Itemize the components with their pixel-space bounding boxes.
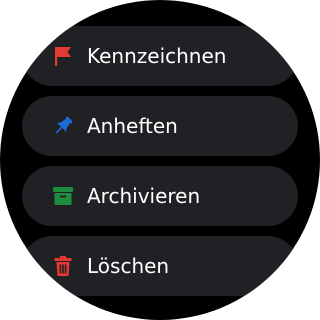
watch-face: Kennzeichnen Anheften Archivieren Lösche… — [0, 0, 320, 320]
action-menu: Kennzeichnen Anheften Archivieren Lösche… — [0, 0, 320, 320]
archive-icon — [51, 184, 75, 208]
flag-label: Kennzeichnen — [87, 44, 227, 68]
delete-button[interactable]: Löschen — [22, 236, 298, 296]
pin-label: Anheften — [87, 114, 178, 138]
archive-button[interactable]: Archivieren — [22, 166, 298, 226]
pin-icon — [51, 114, 75, 138]
trash-icon — [51, 254, 75, 278]
flag-button[interactable]: Kennzeichnen — [22, 26, 298, 86]
delete-label: Löschen — [87, 254, 170, 278]
flag-icon — [51, 44, 75, 68]
pin-button[interactable]: Anheften — [22, 96, 298, 156]
archive-label: Archivieren — [87, 184, 201, 208]
